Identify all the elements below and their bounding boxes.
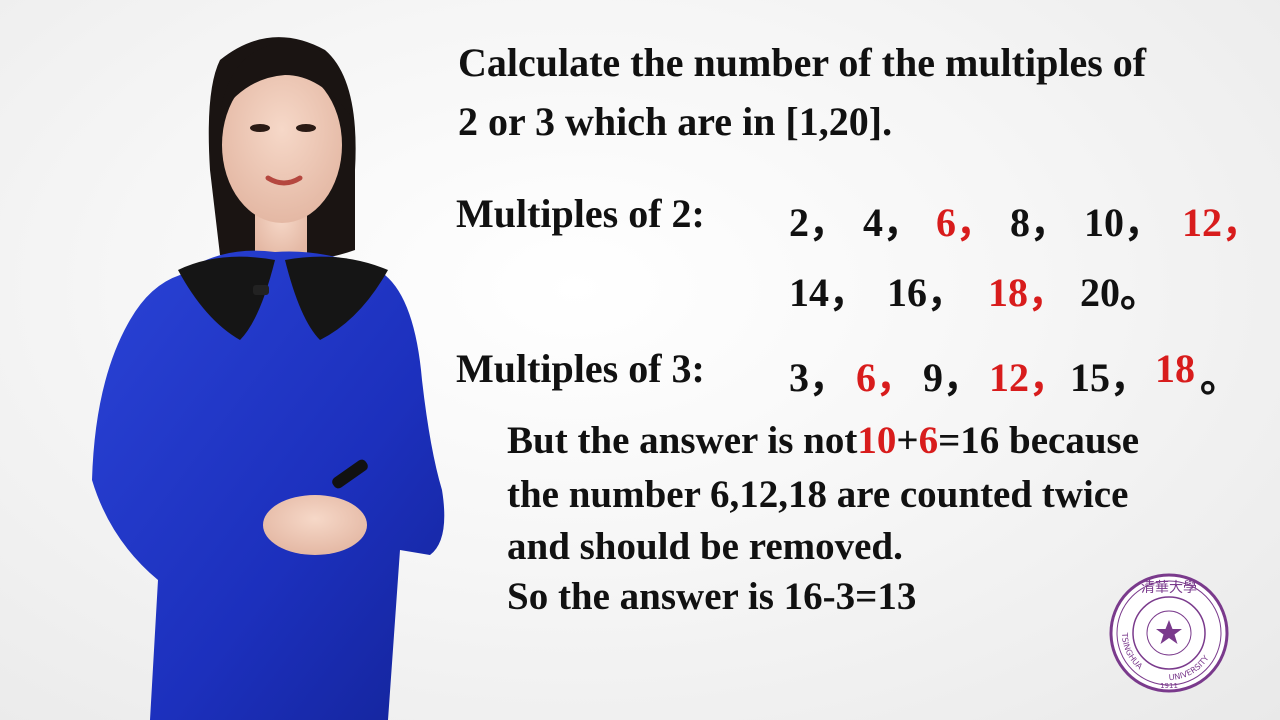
mult3-item: 3， [789,355,849,400]
plus-sign: + [896,419,919,462]
mult2-row1-item-highlight: 6， [936,200,996,245]
question-line-1: Calculate the number of the multiples of [458,40,1147,85]
explanation-line-4: So the answer is 16-3=13 [507,575,917,618]
mult2-row1-item: 8， [1010,200,1070,245]
mult2-row1-item-highlight: 12， [1182,200,1262,245]
multiples-of-2-label: Multiples of 2: [456,191,705,236]
seal-year: 1911 [1160,682,1178,690]
explanation-line-1-start: But the answer is not [507,419,858,462]
mult2-row2-item-highlight: 18， [988,270,1068,315]
explanation-line-1: But the answer is not10+6=16 because [507,418,1139,463]
mult2-row1-item: 2， [789,200,849,245]
mult3-item: 9， [923,355,983,400]
count-multiples-of-3: 6 [918,419,939,462]
mult3-item: 15， [1070,355,1150,400]
explanation-line-3: and should be removed. [507,525,903,568]
seal-chinese-text: 清華大學 [1141,580,1197,596]
multiples-of-3-label: Multiples of 3: [456,346,705,391]
mult2-row2-item: 20。 [1080,270,1160,315]
mult2-row1-item: 4， [863,200,923,245]
mult3-end-mark: 。 [1200,355,1240,400]
explanation-line-1-end: =16 because [938,419,1140,462]
presenter-figure [92,37,445,720]
mult3-item-highlight: 6， [856,355,916,400]
question-line-2: 2 or 3 which are in [1,20]. [458,99,893,144]
mult3-item-highlight: 18 [1155,346,1195,391]
mult2-row2-item: 16， [887,270,967,315]
mult3-item-highlight: 12， [989,355,1069,400]
mult2-row1-item: 10， [1084,200,1164,245]
mult2-row2-item: 14， [789,270,869,315]
count-multiples-of-2: 10 [857,419,897,462]
explanation-line-2: the number 6,12,18 are counted twice [507,473,1129,516]
university-seal-logo: 清華大學 TSINGHUA UNIVERSITY 1911 [1109,573,1229,693]
